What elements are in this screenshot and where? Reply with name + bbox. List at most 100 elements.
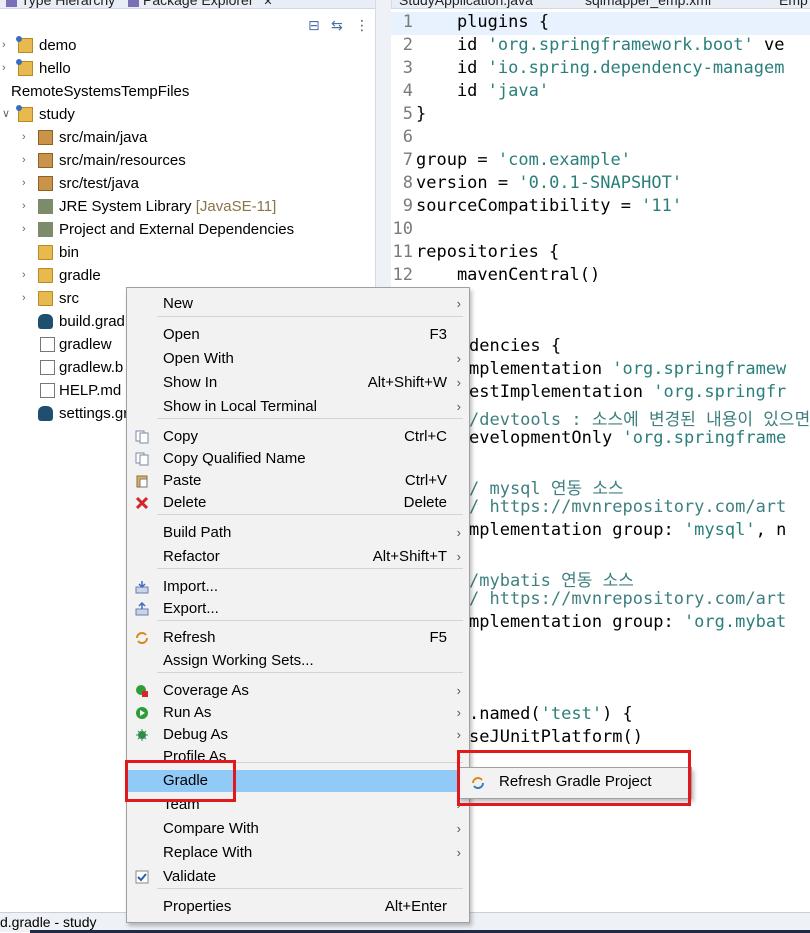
tree-item-hello[interactable]: › hello — [0, 57, 375, 80]
line-number: 1 — [402, 12, 413, 32]
tree-item-study[interactable]: ∨ study — [0, 103, 375, 126]
menu-item-shortcut: Alt+Shift+W — [367, 374, 447, 391]
tree-item-jre-library[interactable]: › JRE System Library [JavaSE-11] — [0, 195, 375, 218]
tab-sqlmapper-emp[interactable]: sqlmapper_emp.xml — [585, 0, 711, 8]
menu-item-properties[interactable]: Properties Alt+Enter — [127, 896, 469, 918]
menu-item-label: Delete — [163, 494, 207, 511]
code-text: /devtools : 소스에 변경된 내용이 있으면 — [469, 410, 810, 430]
tree-item-label: bin — [59, 244, 80, 261]
line-number: 2 — [402, 35, 413, 55]
submenu-arrow-icon: › — [456, 821, 461, 836]
code-text: id 'java' — [416, 81, 550, 101]
menu-item-copy[interactable]: Copy Ctrl+C — [127, 426, 469, 448]
copy-icon — [135, 452, 149, 466]
tree-item-label: demo — [39, 37, 77, 54]
menu-item-debug-as[interactable]: Debug As › — [127, 724, 469, 746]
view-menu-icon[interactable]: ⋮ — [355, 17, 369, 34]
menu-item-profile-as[interactable]: Profile As › — [127, 746, 469, 768]
tab-package-explorer[interactable]: Package Explorer ✕ — [128, 0, 273, 8]
close-icon[interactable]: ✕ — [263, 0, 272, 8]
expand-chevron-icon[interactable]: › — [22, 287, 32, 310]
code-line: 12 mavenCentral() — [391, 265, 810, 288]
tree-item-bin[interactable]: bin — [0, 241, 375, 264]
tree-item-label: src/main/java — [59, 129, 148, 146]
menu-item-validate[interactable]: Validate — [127, 866, 469, 888]
tree-item-src-main-resources[interactable]: › src/main/resources — [0, 149, 375, 172]
project-icon — [16, 36, 33, 53]
menu-item-label: Profile As — [163, 748, 227, 765]
menu-item-open-with[interactable]: Open With › — [127, 348, 469, 370]
menu-item-refactor[interactable]: Refactor Alt+Shift+T › — [127, 546, 469, 568]
menu-item-shortcut: Ctrl+C — [404, 428, 447, 445]
menu-item-assign-working-sets[interactable]: Assign Working Sets... — [127, 650, 469, 672]
expand-chevron-icon[interactable]: › — [22, 149, 32, 172]
tree-item-src-test-java[interactable]: › src/test/java — [0, 172, 375, 195]
tab-type-hierarchy[interactable]: Type Hierarchy — [6, 0, 115, 8]
code-text: estImplementation 'org.springfr — [469, 382, 787, 402]
tree-item-label: hello — [39, 60, 71, 77]
menu-item-label: Open — [163, 326, 200, 343]
expand-chevron-icon[interactable]: › — [22, 126, 32, 149]
paste-icon — [136, 475, 148, 488]
menu-item-coverage-as[interactable]: Coverage As › — [127, 680, 469, 702]
expand-chevron-icon[interactable]: › — [2, 34, 12, 57]
expand-chevron-icon[interactable]: › — [2, 57, 12, 80]
menu-item-gradle[interactable]: Gradle› — [127, 770, 469, 792]
line-number: 12 — [392, 265, 413, 285]
expand-chevron-icon[interactable]: › — [22, 218, 32, 241]
menu-item-new[interactable]: New › — [127, 293, 469, 315]
code-text: .named('test') { — [469, 704, 633, 724]
menu-item-import[interactable]: Import... — [127, 576, 469, 598]
menu-item-team[interactable]: Team › — [127, 794, 469, 816]
project-icon — [16, 59, 33, 76]
coverage-icon — [136, 685, 148, 697]
editor-tab-strip: StudyApplication.java sqlmapper_emp.xml … — [391, 0, 810, 9]
menu-item-paste[interactable]: Paste Ctrl+V — [127, 470, 469, 492]
menu-item-delete[interactable]: Delete Delete — [127, 492, 469, 514]
menu-item-open[interactable]: Open F3 — [127, 324, 469, 346]
expand-chevron-icon[interactable]: › — [22, 172, 32, 195]
tree-item-label: src/test/java — [59, 175, 140, 192]
code-text: mplementation group: 'org.mybat — [469, 612, 787, 632]
tab-study-application[interactable]: StudyApplication.java — [399, 0, 533, 8]
tree-item-dependencies[interactable]: › Project and External Dependencies — [0, 218, 375, 241]
tree-item-demo[interactable]: › demo — [0, 34, 375, 57]
package-folder-icon — [38, 176, 53, 191]
menu-item-label: Refresh — [163, 629, 216, 646]
folder-icon — [38, 245, 53, 260]
collapse-chevron-icon[interactable]: ∨ — [2, 103, 12, 126]
tab-emp[interactable]: Emp — [779, 0, 808, 8]
menu-item-shortcut: Alt+Enter — [384, 898, 447, 915]
menu-item-label: New — [163, 295, 194, 312]
menu-item-replace-with[interactable]: Replace With › — [127, 842, 469, 864]
line-number: 5 — [402, 104, 413, 124]
menu-item-copy-qualified-name[interactable]: Copy Qualified Name — [127, 448, 469, 470]
menu-item-show-in[interactable]: Show In Alt+Shift+W › — [127, 372, 469, 394]
link-with-editor-icon[interactable]: ⇆ — [331, 17, 343, 34]
tree-item-gradle[interactable]: › gradle — [0, 264, 375, 287]
line-number: 10 — [392, 219, 413, 239]
expand-chevron-icon[interactable]: › — [22, 264, 32, 287]
collapse-all-icon[interactable]: ⊟ — [308, 17, 320, 34]
library-icon — [38, 199, 53, 214]
menu-item-run-as[interactable]: Run As › — [127, 702, 469, 724]
code-text: repositories { — [416, 242, 560, 262]
menu-item-refresh[interactable]: Refresh F5 — [127, 627, 469, 649]
submenu-arrow-icon: › — [456, 749, 461, 764]
refresh-gradle-project-item[interactable]: Refresh Gradle Project — [499, 773, 652, 790]
submenu-arrow-icon: › — [456, 525, 461, 540]
menu-item-label: Show in Local Terminal — [163, 398, 317, 415]
tree-item-src-main-java[interactable]: › src/main/java — [0, 126, 375, 149]
menu-item-build-path[interactable]: Build Path › — [127, 522, 469, 544]
menu-item-show-in-local-terminal[interactable]: Show in Local Terminal › — [127, 396, 469, 418]
tree-item-label: gradlew — [59, 336, 112, 353]
expand-chevron-icon[interactable]: › — [22, 195, 32, 218]
delete-icon — [135, 496, 149, 510]
run-icon — [136, 707, 148, 719]
import-icon — [135, 581, 149, 594]
tree-item-remote-systems[interactable]: RemoteSystemsTempFiles — [0, 80, 375, 103]
line-number: 8 — [402, 173, 413, 193]
menu-item-compare-with[interactable]: Compare With › — [127, 818, 469, 840]
menu-item-export[interactable]: Export... — [127, 598, 469, 620]
tree-item-label: src/main/resources — [59, 152, 186, 169]
